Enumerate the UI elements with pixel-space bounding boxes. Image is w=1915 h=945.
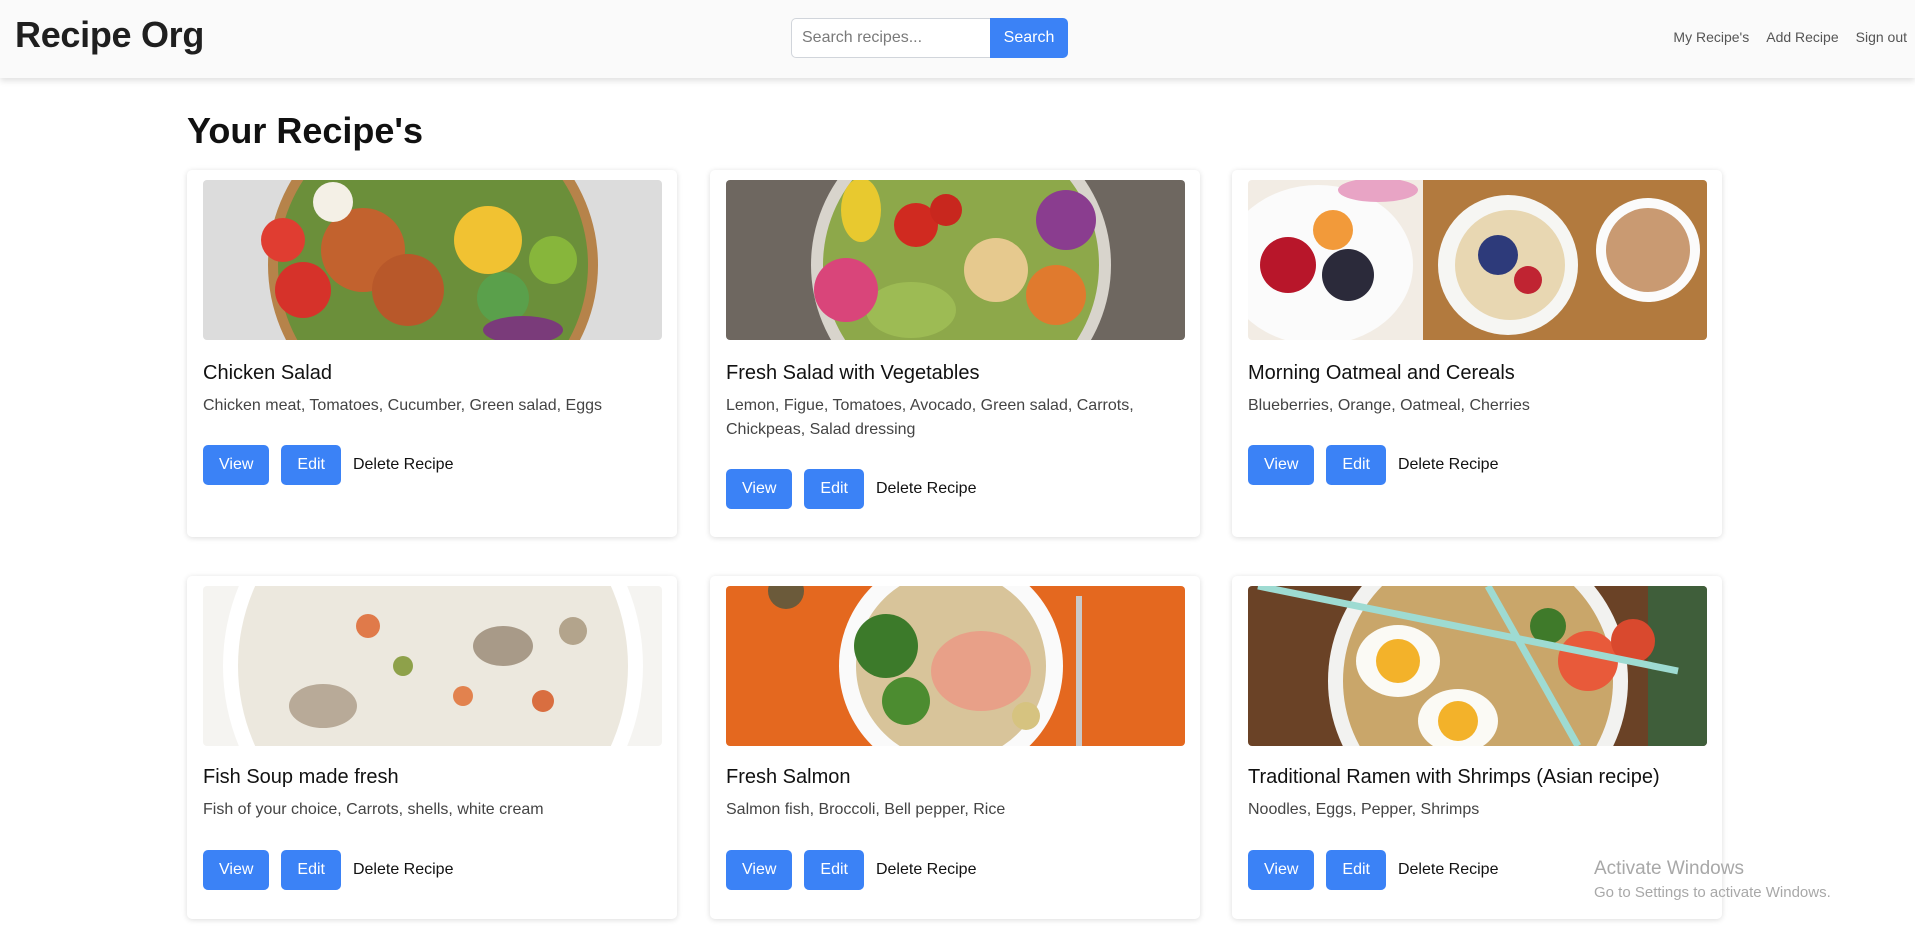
recipe-image	[1248, 180, 1707, 340]
recipe-title: Fresh Salmon	[726, 766, 851, 788]
view-button[interactable]: View	[203, 850, 270, 890]
recipe-card: Morning Oatmeal and Cereals Blueberries,…	[1232, 170, 1722, 537]
recipe-card: Fresh Salmon Salmon fish, Broccoli, Bell…	[710, 576, 1200, 919]
recipe-title: Fish Soup made fresh	[203, 766, 399, 788]
search-button[interactable]: Search	[990, 18, 1068, 58]
view-button[interactable]: View	[1248, 850, 1315, 890]
edit-button[interactable]: Edit	[281, 445, 341, 485]
recipe-ingredients: Blueberries, Orange, Oatmeal, Cherries	[1248, 397, 1530, 414]
edit-button[interactable]: Edit	[804, 850, 864, 890]
view-button[interactable]: View	[203, 445, 270, 485]
page-title: Your Recipe's	[187, 110, 423, 151]
edit-button[interactable]: Edit	[804, 469, 864, 509]
recipe-actions: View Edit Delete Recipe	[726, 850, 976, 890]
edit-button[interactable]: Edit	[281, 850, 341, 890]
recipe-image	[726, 180, 1185, 340]
recipe-card: Fish Soup made fresh Fish of your choice…	[187, 576, 677, 919]
recipe-actions: View Edit Delete Recipe	[726, 469, 976, 509]
nav-links: My Recipe's Add Recipe Sign out	[1673, 29, 1907, 45]
recipe-actions: View Edit Delete Recipe	[1248, 445, 1498, 485]
recipe-ingredients: Noodles, Eggs, Pepper, Shrimps	[1248, 801, 1480, 818]
watermark-title: Activate Windows	[1594, 858, 1744, 879]
recipe-ingredients: Lemon, Figue, Tomatoes, Avocado, Green s…	[726, 397, 1134, 438]
recipe-image	[203, 586, 662, 746]
top-navbar: Recipe Org Search My Recipe's Add Recipe…	[0, 0, 1915, 78]
recipe-title: Traditional Ramen with Shrimps (Asian re…	[1248, 766, 1660, 788]
recipe-image	[1248, 586, 1707, 746]
view-button[interactable]: View	[1248, 445, 1315, 485]
recipe-actions: View Edit Delete Recipe	[203, 445, 453, 485]
recipe-title: Morning Oatmeal and Cereals	[1248, 362, 1515, 384]
recipe-title: Chicken Salad	[203, 362, 332, 384]
recipe-actions: View Edit Delete Recipe	[203, 850, 453, 890]
recipe-ingredients: Salmon fish, Broccoli, Bell pepper, Rice	[726, 801, 1006, 818]
brand-logo-text[interactable]: Recipe Org	[15, 14, 204, 56]
edit-button[interactable]: Edit	[1326, 850, 1386, 890]
recipe-card: Chicken Salad Chicken meat, Tomatoes, Cu…	[187, 170, 677, 537]
delete-recipe-button[interactable]: Delete Recipe	[353, 456, 454, 474]
delete-recipe-button[interactable]: Delete Recipe	[876, 480, 977, 498]
nav-sign-out-link[interactable]: Sign out	[1856, 29, 1907, 45]
view-button[interactable]: View	[726, 850, 793, 890]
recipe-actions: View Edit Delete Recipe	[1248, 850, 1498, 890]
recipe-title: Fresh Salad with Vegetables	[726, 362, 980, 384]
nav-add-recipe-link[interactable]: Add Recipe	[1766, 29, 1838, 45]
search-bar: Search	[791, 18, 1068, 58]
delete-recipe-button[interactable]: Delete Recipe	[876, 861, 977, 879]
recipe-ingredients: Fish of your choice, Carrots, shells, wh…	[203, 801, 544, 818]
recipe-image	[726, 586, 1185, 746]
edit-button[interactable]: Edit	[1326, 445, 1386, 485]
search-input[interactable]	[791, 18, 990, 58]
watermark-subtitle: Go to Settings to activate Windows.	[1594, 884, 1831, 901]
delete-recipe-button[interactable]: Delete Recipe	[353, 861, 454, 879]
delete-recipe-button[interactable]: Delete Recipe	[1398, 861, 1499, 879]
nav-my-recipes-link[interactable]: My Recipe's	[1673, 29, 1749, 45]
recipe-image	[203, 180, 662, 340]
delete-recipe-button[interactable]: Delete Recipe	[1398, 456, 1499, 474]
recipe-ingredients: Chicken meat, Tomatoes, Cucumber, Green …	[203, 397, 603, 414]
activate-windows-watermark: Activate Windows Go to Settings to activ…	[1594, 858, 1831, 901]
recipe-card: Fresh Salad with Vegetables Lemon, Figue…	[710, 170, 1200, 537]
view-button[interactable]: View	[726, 469, 793, 509]
